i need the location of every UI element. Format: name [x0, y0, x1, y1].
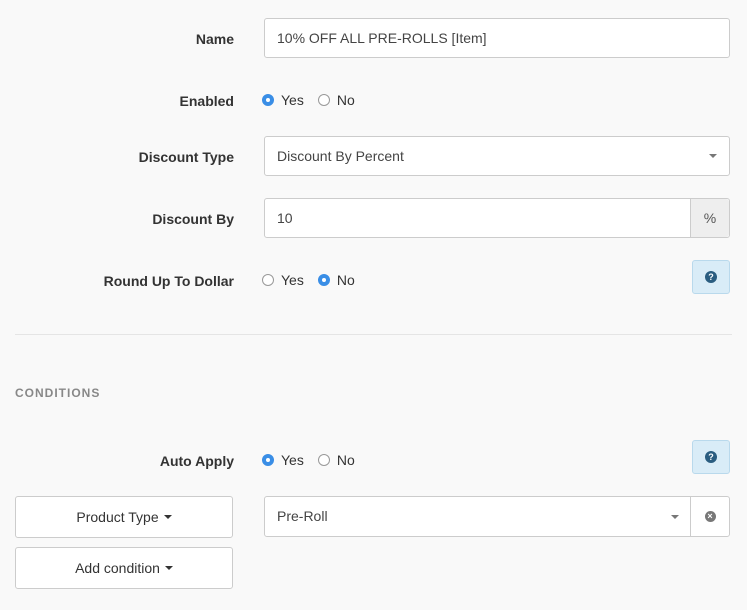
question-circle-icon: ? — [705, 271, 717, 283]
close-circle-icon: × — [704, 511, 716, 522]
discount-by-label: Discount By — [152, 211, 234, 227]
product-type-button[interactable]: Product Type — [15, 496, 233, 538]
chevron-down-icon — [671, 515, 679, 519]
enabled-no-option[interactable]: No — [317, 92, 355, 108]
question-circle-icon: ? — [705, 451, 717, 463]
discount-type-select[interactable]: Discount By Percent — [264, 136, 730, 176]
enabled-yes-label: Yes — [281, 92, 304, 108]
caret-down-icon — [163, 515, 172, 519]
enabled-radio-group: Yes No — [262, 92, 369, 108]
round-up-no-radio[interactable] — [317, 274, 330, 286]
discount-type-label: Discount Type — [138, 149, 234, 165]
round-up-yes-option[interactable]: Yes — [262, 272, 304, 288]
round-up-radio-group: Yes No — [262, 272, 369, 288]
chevron-down-icon — [709, 154, 717, 158]
round-up-yes-radio[interactable] — [262, 274, 274, 286]
name-input[interactable]: 10% OFF ALL PRE-ROLLS [Item] — [264, 18, 730, 58]
auto-apply-yes-label: Yes — [281, 452, 304, 468]
discount-by-input[interactable]: 10 % — [264, 198, 730, 238]
auto-apply-yes-radio[interactable] — [262, 454, 274, 466]
name-label: Name — [195, 31, 234, 47]
enabled-no-radio[interactable] — [317, 94, 330, 106]
auto-apply-help-button[interactable]: ? — [692, 440, 730, 474]
add-condition-button[interactable]: Add condition — [15, 547, 233, 589]
round-up-help-button[interactable]: ? — [692, 260, 730, 294]
enabled-yes-option[interactable]: Yes — [262, 92, 304, 108]
round-up-no-label: No — [336, 272, 355, 288]
discount-type-value: Discount By Percent — [277, 148, 404, 164]
round-up-no-option[interactable]: No — [317, 272, 355, 288]
section-divider — [15, 334, 732, 335]
round-up-label: Round Up To Dollar — [103, 273, 234, 289]
conditions-heading: CONDITIONS — [15, 386, 101, 400]
auto-apply-no-radio[interactable] — [317, 454, 330, 466]
clear-condition-button[interactable]: × — [690, 497, 729, 536]
enabled-label: Enabled — [179, 93, 234, 109]
percent-addon: % — [690, 199, 729, 237]
auto-apply-no-option[interactable]: No — [317, 452, 355, 468]
add-condition-button-label: Add condition — [75, 560, 160, 576]
auto-apply-yes-option[interactable]: Yes — [262, 452, 304, 468]
enabled-yes-radio[interactable] — [262, 94, 274, 106]
auto-apply-radio-group: Yes No — [262, 452, 369, 468]
product-type-button-label: Product Type — [76, 509, 159, 525]
caret-down-icon — [164, 566, 173, 570]
product-type-value: Pre-Roll — [277, 508, 328, 524]
product-type-select[interactable]: Pre-Roll × — [264, 496, 730, 537]
enabled-no-label: No — [336, 92, 355, 108]
discount-by-value: 10 — [277, 210, 293, 226]
round-up-yes-label: Yes — [281, 272, 304, 288]
auto-apply-no-label: No — [336, 452, 355, 468]
auto-apply-label: Auto Apply — [159, 453, 234, 469]
